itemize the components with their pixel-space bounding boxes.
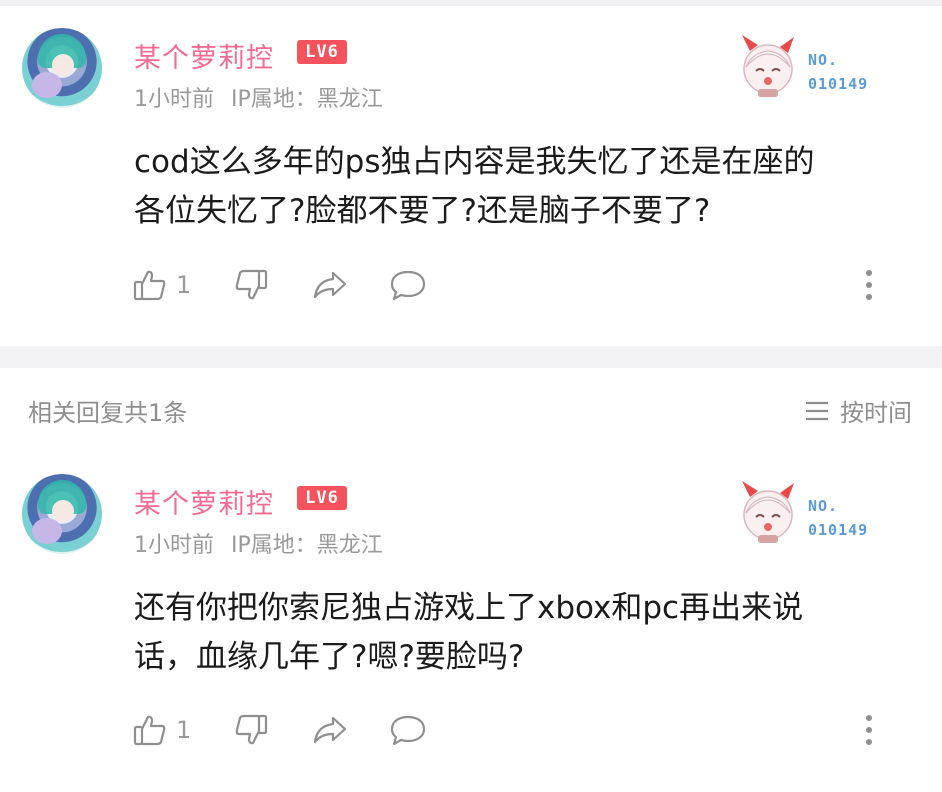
avatar[interactable] (22, 474, 102, 554)
comment-meta: 1小时前 IP属地：黑龙江 (134, 81, 383, 113)
comment-icon (390, 715, 426, 746)
no-badge: NO. 010149 (808, 494, 868, 542)
comment-icon (390, 270, 426, 301)
reply-button[interactable] (389, 710, 427, 750)
comment-line-2: 各位失忆了?脸都不要了?还是脑子不要了? (134, 193, 711, 229)
thumb-up-icon (133, 715, 166, 746)
thumb-down-icon (235, 269, 268, 300)
replies-count: 相关回复共1条 (28, 399, 188, 427)
dislike-button[interactable] (233, 265, 269, 305)
share-button[interactable] (311, 265, 349, 305)
more-icon (866, 715, 872, 745)
no-badge: NO. 010149 (808, 48, 868, 96)
comment-meta: 1小时前 IP属地：黑龙江 (134, 527, 383, 559)
like-button[interactable]: 1 (132, 710, 191, 750)
comment-line-1: 还有你把你索尼独占游戏上了xbox和pc再出来说 (134, 590, 804, 626)
share-icon (313, 271, 347, 299)
comment-content: cod这么多年的ps独占内容是我失忆了还是在座的 各位失忆了?脸都不要了?还是脑… (134, 138, 914, 236)
no-label: NO. (808, 51, 839, 69)
comment-actions: 1 (0, 265, 942, 305)
mascot-avatar (742, 481, 794, 543)
comment-content: 还有你把你索尼独占游戏上了xbox和pc再出来说 话，血缘几年了?嗯?要脸吗? (134, 584, 914, 682)
ip-location: IP属地：黑龙江 (231, 533, 383, 558)
avatar-face (52, 500, 74, 522)
sort-icon (806, 401, 828, 420)
thumb-up-icon (133, 270, 166, 301)
no-number: 010149 (808, 75, 869, 93)
comment-line-1: cod这么多年的ps独占内容是我失忆了还是在座的 (134, 144, 815, 180)
share-icon (313, 716, 347, 744)
thumb-down-icon (235, 714, 268, 745)
ip-location: IP属地：黑龙江 (231, 87, 383, 112)
avatar[interactable] (22, 28, 102, 108)
like-count: 1 (176, 716, 192, 744)
like-button[interactable]: 1 (132, 265, 191, 305)
comment-time: 1小时前 (134, 87, 214, 112)
level-badge: LV6 (297, 486, 347, 510)
no-number: 010149 (808, 521, 869, 539)
like-count: 1 (176, 271, 192, 299)
more-button[interactable] (860, 710, 878, 750)
no-label: NO. (808, 497, 839, 515)
sort-label: 按时间 (840, 399, 912, 427)
comment-line-2: 话，血缘几年了?嗯?要脸吗? (134, 639, 525, 675)
section-divider (0, 346, 942, 368)
level-badge: LV6 (297, 40, 347, 64)
more-icon (866, 270, 872, 300)
dislike-button[interactable] (233, 710, 269, 750)
username[interactable]: 某个萝莉控 (134, 482, 274, 521)
avatar-flower (32, 72, 62, 98)
sort-button[interactable]: 按时间 (804, 393, 912, 428)
top-divider (0, 0, 942, 6)
comment-time: 1小时前 (134, 533, 214, 558)
avatar-flower (32, 518, 62, 544)
mascot-avatar (742, 35, 794, 97)
share-button[interactable] (311, 710, 349, 750)
username[interactable]: 某个萝莉控 (134, 36, 274, 75)
reply-button[interactable] (389, 265, 427, 305)
more-button[interactable] (860, 265, 878, 305)
comment-actions: 1 (0, 710, 942, 750)
avatar-face (52, 54, 74, 76)
